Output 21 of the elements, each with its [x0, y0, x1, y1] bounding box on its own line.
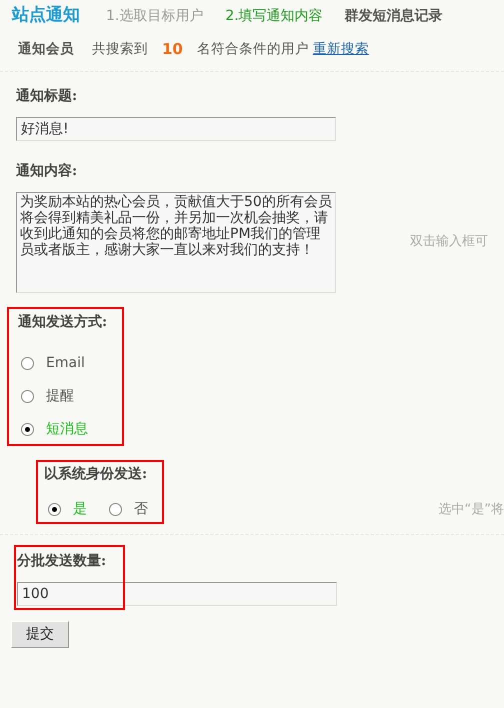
search-result-text: 名符合条件的用户 — [196, 40, 309, 60]
radio-option[interactable]: 提醒 — [21, 386, 122, 406]
content-textarea[interactable]: 为奖励本站的热心会员，贡献值大于50的所有会员将会得到精美礼品一份，并另加一次机会抽奖，请收到此通知的会员将您的邮寄地址PM我们的管理员或者版主，感谢大家一直以来对我们的支持！ — [16, 192, 336, 292]
submit-button[interactable]: 提交 — [11, 620, 69, 648]
page-title: 站点通知 — [12, 4, 80, 28]
title-input[interactable]: 好消息! — [16, 116, 336, 140]
hint-text: 选中“是”将 — [438, 501, 504, 519]
radio-option[interactable]: Email — [21, 352, 122, 374]
search-result-text: 共搜索到 — [92, 40, 148, 60]
field-label: 通知内容: — [16, 162, 78, 180]
member-label: 通知会员 — [18, 40, 74, 60]
research-link[interactable]: 重新搜索 — [312, 39, 369, 60]
field-label: 通知发送方式: — [18, 312, 108, 332]
field-label: 分批发送数量: — [17, 552, 108, 570]
hint-text: 双击输入框可 — [410, 233, 488, 252]
result-count: 10 — [162, 39, 183, 60]
field-label: 通知标题: — [16, 86, 78, 106]
records-link[interactable]: 群发短消息记录 — [344, 6, 443, 26]
radio-option[interactable]: 否 — [109, 498, 148, 520]
batch-input[interactable]: 100 — [17, 582, 337, 606]
field-label: 以系统身份发送: — [44, 464, 148, 484]
